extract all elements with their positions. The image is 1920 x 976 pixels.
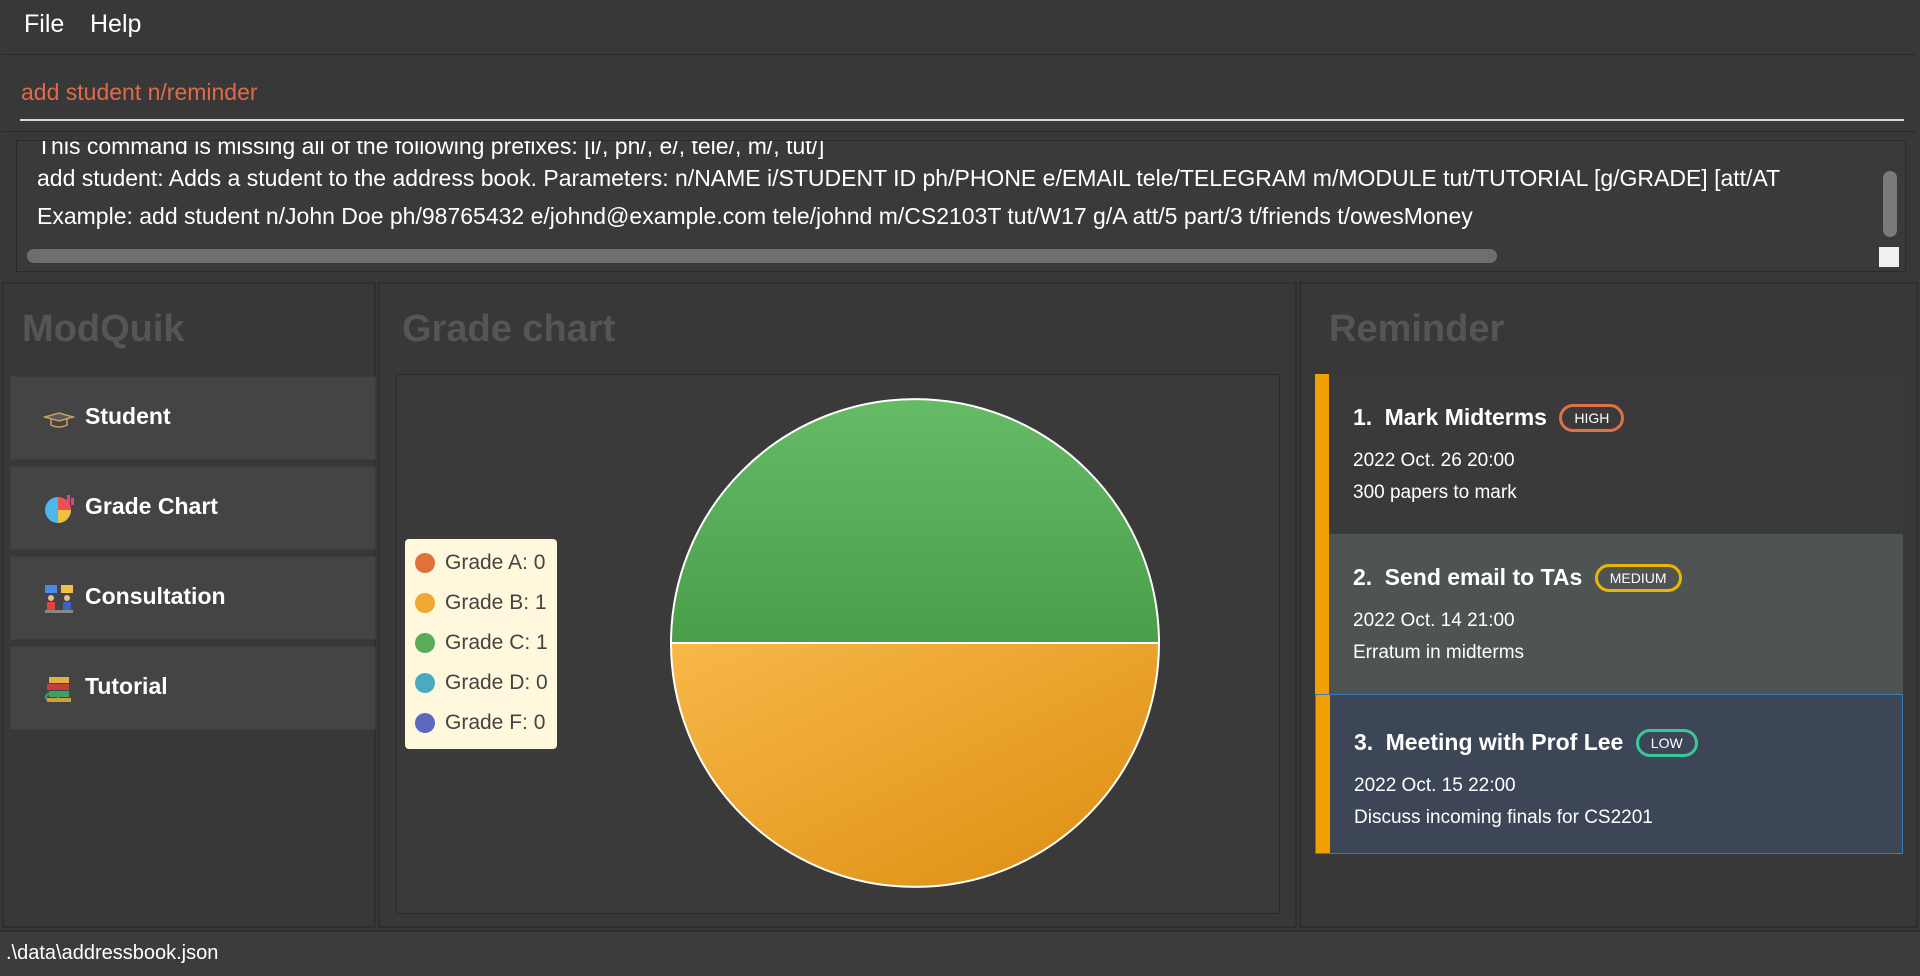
reminder-title-row: 3. Meeting with Prof Lee LOW: [1354, 728, 1698, 760]
legend-label: Grade F: 0: [445, 711, 546, 734]
sidebar-item-student[interactable]: Student: [10, 376, 376, 460]
reminder-title-row: 1. Mark Midterms HIGH: [1353, 403, 1625, 435]
reminder-card[interactable]: 1. Mark Midterms HIGH 2022 Oct. 26 20:00…: [1315, 374, 1903, 534]
reminder-index: 1.: [1353, 404, 1373, 430]
reminder-index: 3.: [1354, 729, 1374, 755]
reminder-bar: [1316, 695, 1330, 853]
reminder-bar: [1315, 534, 1329, 694]
reminder-details: 300 papers to mark: [1353, 482, 1517, 503]
result-display: This command is missing all of the follo…: [16, 140, 1906, 272]
graduation-cap-icon: [42, 403, 76, 435]
reminder-title-row: 2. Send email to TAs MEDIUM: [1353, 563, 1682, 595]
legend-label: Grade B: 1: [445, 591, 547, 614]
sidebar-item-consultation[interactable]: Consultation: [10, 556, 376, 640]
reminder-datetime: 2022 Oct. 15 22:00: [1354, 775, 1516, 796]
legend-label: Grade C: 1: [445, 631, 548, 654]
vertical-scrollbar[interactable]: [1883, 171, 1897, 237]
sidebar-item-label: Student: [85, 403, 171, 429]
sidebar-item-label: Consultation: [85, 583, 226, 609]
status-bar: .\data\addressbook.json: [0, 930, 1920, 976]
sidebar-item-label: Tutorial: [85, 673, 168, 699]
sidebar-panel: ModQuik Student Grade Chart Consultation…: [2, 282, 376, 928]
pie-slice-grade-c: [669, 398, 1161, 644]
menu-bar: File Help: [0, 0, 1920, 54]
command-box: add student n/reminder: [2, 54, 1916, 132]
reminder-datetime: 2022 Oct. 26 20:00: [1353, 450, 1515, 471]
grade-chart-panel: Grade chart Grade A: 0 Grade B: 1 Grade C:…: [378, 282, 1297, 928]
consultation-icon: [43, 583, 75, 615]
sidebar-item-grade-chart[interactable]: Grade Chart: [10, 466, 376, 550]
chart-legend: Grade A: 0 Grade B: 1 Grade C: 1 Grade D: 0…: [405, 539, 557, 749]
priority-badge: HIGH: [1559, 403, 1625, 432]
app-title: ModQuik: [22, 308, 185, 350]
priority-badge: LOW: [1635, 728, 1698, 757]
panel-title: Reminder: [1329, 308, 1505, 350]
chart-area: Grade A: 0 Grade B: 1 Grade C: 1 Grade D: 0…: [396, 374, 1280, 914]
reminder-description: Meeting with Prof Lee: [1385, 729, 1624, 755]
reminder-card-selected[interactable]: 3. Meeting with Prof Lee LOW 2022 Oct. 1…: [1315, 694, 1903, 854]
menu-file[interactable]: File: [24, 10, 64, 39]
legend-swatch: [415, 593, 435, 613]
menu-help[interactable]: Help: [90, 10, 141, 39]
pie-slice-grade-b: [669, 642, 1161, 888]
sidebar-item-label: Grade Chart: [85, 493, 218, 519]
legend-swatch: [415, 633, 435, 653]
result-line: This command is missing all of the follo…: [37, 140, 825, 159]
priority-badge: MEDIUM: [1594, 563, 1682, 592]
reminder-card[interactable]: 2. Send email to TAs MEDIUM 2022 Oct. 14…: [1315, 534, 1903, 694]
legend-swatch: [415, 713, 435, 733]
reminder-bar: [1315, 374, 1329, 534]
reminder-index: 2.: [1353, 564, 1373, 590]
horizontal-scrollbar[interactable]: [27, 249, 1497, 263]
reminder-datetime: 2022 Oct. 14 21:00: [1353, 610, 1515, 631]
reminder-panel: Reminder 1. Mark Midterms HIGH 2022 Oct.…: [1299, 282, 1918, 928]
scroll-corner: [1879, 247, 1899, 267]
command-input-text: add student n/reminder: [21, 79, 258, 105]
panel-title: Grade chart: [402, 308, 616, 350]
pie-chart-icon: [43, 493, 75, 525]
legend-label: Grade A: 0: [445, 551, 546, 574]
save-location: .\data\addressbook.json: [6, 942, 219, 964]
result-line: add student: Adds a student to the addre…: [37, 165, 1781, 191]
command-input[interactable]: [20, 73, 1904, 121]
result-line: Example: add student n/John Doe ph/98765…: [37, 203, 1473, 229]
legend-swatch: [415, 673, 435, 693]
reminder-description: Send email to TAs: [1384, 564, 1583, 590]
books-icon: [43, 673, 75, 705]
reminder-details: Discuss incoming finals for CS2201: [1354, 807, 1653, 828]
legend-swatch: [415, 553, 435, 573]
sidebar-item-tutorial[interactable]: Tutorial: [10, 646, 376, 730]
reminder-description: Mark Midterms: [1384, 404, 1547, 430]
legend-label: Grade D: 0: [445, 671, 548, 694]
reminder-details: Erratum in midterms: [1353, 642, 1525, 663]
